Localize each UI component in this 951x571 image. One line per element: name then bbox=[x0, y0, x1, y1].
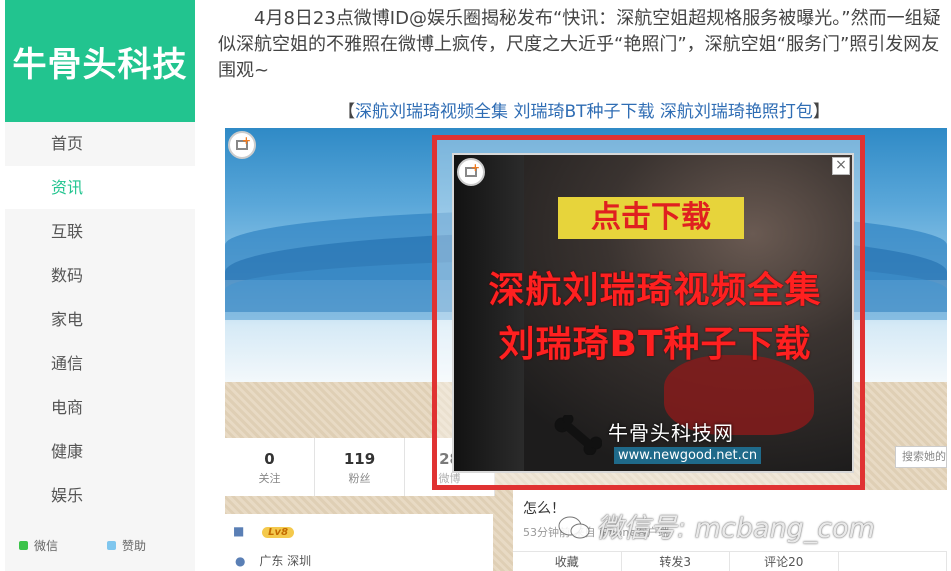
location-icon: ● bbox=[235, 554, 246, 568]
nav-item-internet[interactable]: 互联 bbox=[5, 210, 195, 254]
wechat-icon bbox=[19, 541, 28, 550]
post-actions: 收藏 转发3 评论20 bbox=[513, 551, 947, 571]
wechat-watermark: 微信号: mcbang_com bbox=[558, 506, 875, 545]
bookmark-icon: ■ bbox=[233, 524, 245, 538]
nav-item-health[interactable]: 健康 bbox=[5, 430, 195, 474]
profile-info-card: ■ Lv8 ● 广东 深圳 bbox=[225, 514, 493, 571]
article-paragraph: 4月8日23点微博ID@娱乐圈揭秘发布“快讯：深航空姐超规格服务被曝光。”然而一… bbox=[218, 8, 941, 81]
stat-value: 0 bbox=[264, 450, 275, 468]
download-links: 【深航刘瑞琦视频全集 刘瑞琦BT种子下载 深航刘瑞琦艳照打包】 bbox=[225, 97, 943, 122]
repost-button[interactable]: 转发3 bbox=[622, 552, 730, 571]
ad-url: www.newgood.net.cn bbox=[614, 447, 762, 464]
link-video-collection[interactable]: 深航刘瑞琦视频全集 bbox=[355, 102, 508, 122]
comment-button[interactable]: 评论20 bbox=[730, 552, 839, 571]
image-share-icon[interactable]: + bbox=[228, 131, 256, 159]
close-icon[interactable]: × bbox=[832, 157, 850, 175]
nav-item-entertainment[interactable]: 娱乐 bbox=[5, 474, 195, 518]
stat-label: 关注 bbox=[258, 472, 281, 485]
bracket-close: 】 bbox=[812, 102, 830, 122]
nav-item-home[interactable]: 首页 bbox=[5, 122, 195, 166]
image-share-icon[interactable]: + bbox=[457, 158, 485, 186]
wechat-label: 微信 bbox=[34, 539, 59, 553]
nav-item-ecommerce[interactable]: 电商 bbox=[5, 386, 195, 430]
stat-following[interactable]: 0 关注 bbox=[225, 438, 315, 496]
stat-followers[interactable]: 119 粉丝 bbox=[315, 438, 405, 496]
sidebar-nav: 首页 资讯 互联 数码 家电 通信 电商 健康 娱乐 bbox=[5, 122, 195, 518]
profile-search-input[interactable]: 搜索她的 bbox=[895, 446, 947, 468]
stat-label: 粉丝 bbox=[348, 472, 371, 485]
stat-value: 119 bbox=[343, 450, 376, 468]
sidebar-footer: 微信 赞助 bbox=[5, 537, 195, 559]
nav-item-news[interactable]: 资讯 bbox=[5, 166, 195, 210]
download-ad-popup[interactable]: + × 点击下载 深航刘瑞琦视频全集 刘瑞琦BT种子下载 牛骨头科技网 www.… bbox=[452, 153, 854, 473]
site-logo[interactable]: 牛骨头科技 bbox=[5, 0, 195, 122]
level-badge: Lv8 bbox=[262, 527, 295, 538]
ad-headline: 深航刘瑞琦视频全集 bbox=[488, 270, 822, 311]
sidebar: 牛骨头科技 首页 资讯 互联 数码 家电 通信 电商 健康 娱乐 微信 赞助 bbox=[5, 0, 195, 571]
like-button[interactable] bbox=[839, 552, 947, 571]
donate-link[interactable]: 赞助 bbox=[107, 537, 146, 554]
ad-download-button[interactable]: 点击下载 bbox=[558, 197, 744, 239]
ad-brand-name: 牛骨头科技网 bbox=[608, 421, 734, 445]
link-bt-download[interactable]: 刘瑞琦BT种子下载 bbox=[513, 102, 654, 122]
wechat-bubble-icon bbox=[558, 516, 590, 539]
ad-background-panel bbox=[454, 155, 524, 471]
wechat-link[interactable]: 微信 bbox=[19, 537, 58, 554]
link-photo-pack[interactable]: 深航刘瑞琦艳照打包 bbox=[660, 102, 813, 122]
bracket-open: 【 bbox=[338, 102, 356, 122]
nav-item-appliances[interactable]: 家电 bbox=[5, 298, 195, 342]
favorite-button[interactable]: 收藏 bbox=[513, 552, 622, 571]
location-text: 广东 深圳 bbox=[259, 554, 312, 568]
nav-item-digital[interactable]: 数码 bbox=[5, 254, 195, 298]
nav-item-telecom[interactable]: 通信 bbox=[5, 342, 195, 386]
bone-logo-icon bbox=[554, 415, 602, 455]
ad-subheadline: 刘瑞琦BT种子下载 bbox=[498, 324, 812, 365]
donate-icon bbox=[107, 541, 116, 550]
donate-label: 赞助 bbox=[122, 539, 147, 553]
watermark-text: 微信号: mcbang_com bbox=[596, 513, 875, 544]
